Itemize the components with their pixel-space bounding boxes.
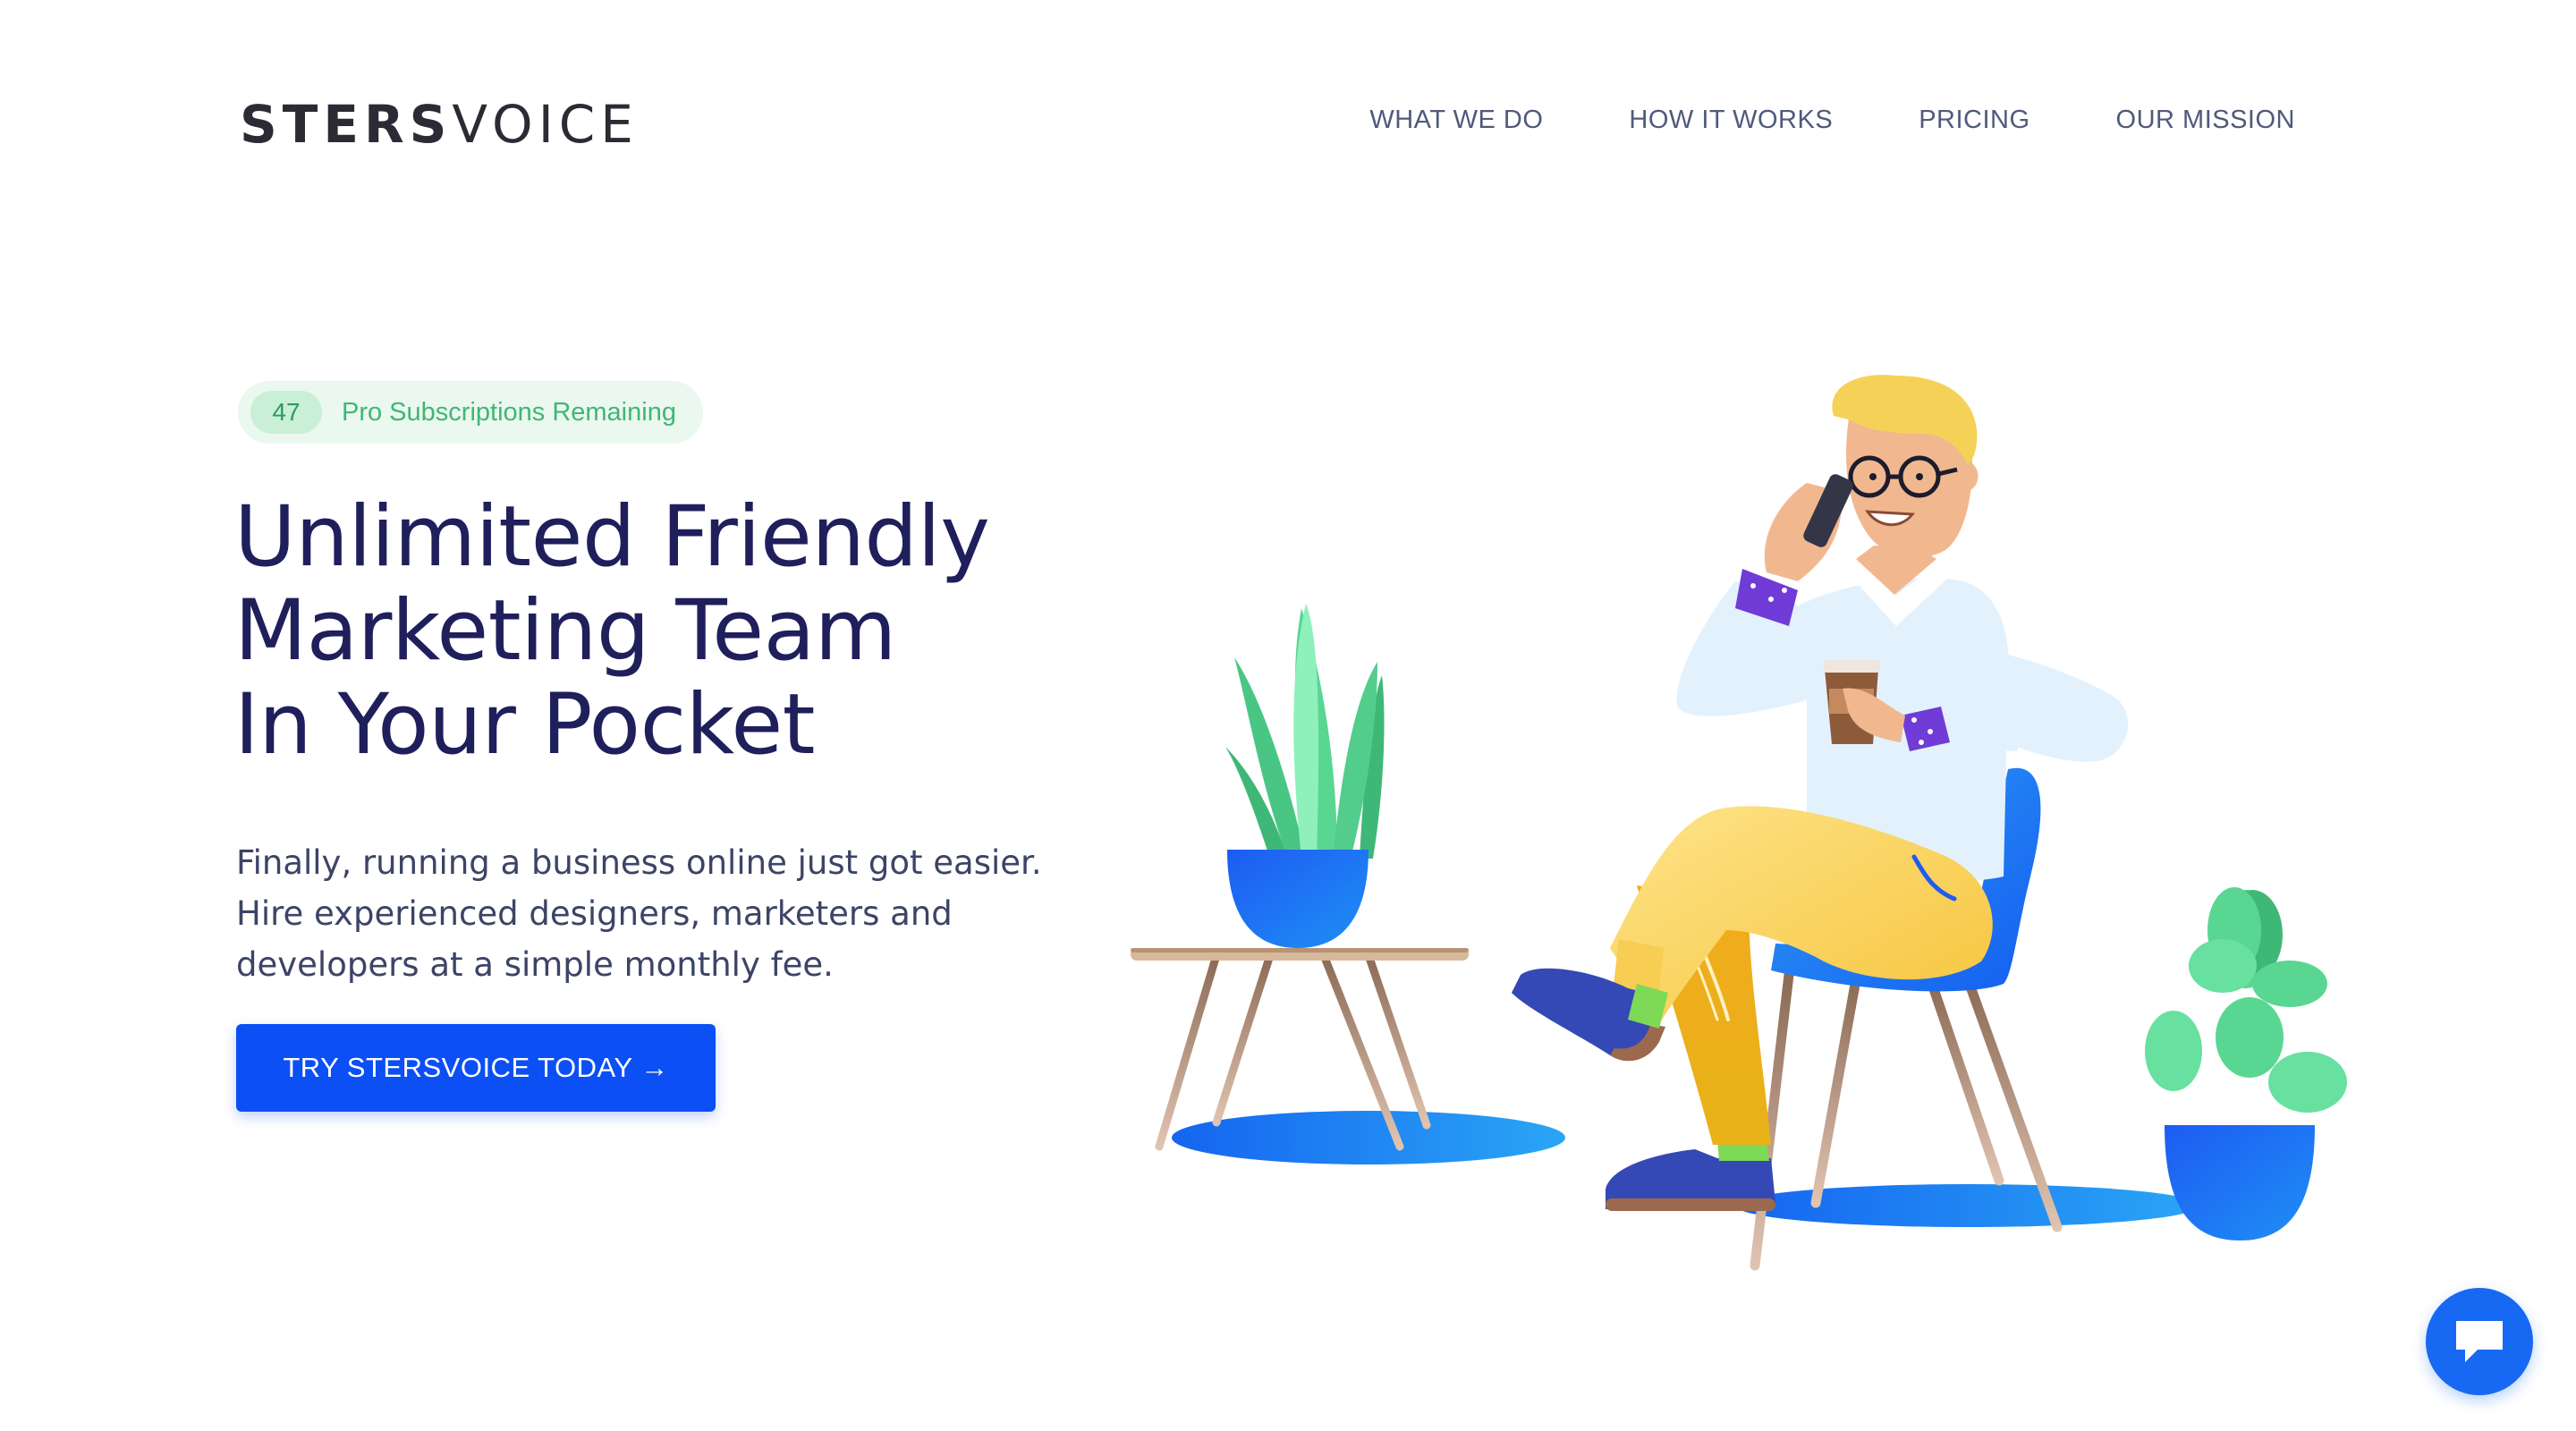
chair-shadow: [1735, 1184, 2200, 1227]
table-plant: [1225, 604, 1385, 948]
nav-item-pricing[interactable]: PRICING: [1919, 106, 2029, 135]
landing-page: STERSVOICE WHAT WE DO HOW IT WORKS PRICI…: [0, 0, 2576, 1431]
try-stersvoice-button[interactable]: TRY STERSVOICE TODAY →: [236, 1024, 716, 1112]
subscriptions-label: Pro Subscriptions Remaining: [342, 397, 676, 427]
lower-shoe: [1606, 1140, 1775, 1211]
subscriptions-remaining-badge: 47 Pro Subscriptions Remaining: [238, 381, 703, 444]
logo-light-text: VOICE: [452, 94, 639, 155]
headline-line-1: Unlimited Friendly: [234, 488, 990, 586]
hero-headline: Unlimited Friendly Marketing Team In You…: [234, 488, 990, 774]
hero-description: Finally, running a business online just …: [236, 837, 1131, 990]
headline-line-3: In Your Pocket: [234, 676, 816, 774]
subscriptions-count: 47: [250, 391, 322, 434]
man-on-phone-illustration: [1131, 375, 2347, 1271]
description-line-2: Hire experienced designers, marketers an…: [236, 894, 953, 933]
description-line-1: Finally, running a business online just …: [236, 843, 1042, 882]
headline-line-2: Marketing Team: [234, 582, 896, 680]
coffee-arm: [1823, 642, 2129, 762]
chat-widget-button[interactable]: [2426, 1288, 2533, 1395]
logo-bold-text: STERS: [240, 94, 453, 155]
head: [1803, 375, 1979, 558]
chat-bubble-icon: [2456, 1321, 2503, 1362]
nav-item-what-we-do[interactable]: WHAT WE DO: [1369, 106, 1543, 135]
floor-cactus: [2145, 887, 2347, 1240]
table-shadow: [1172, 1111, 1565, 1164]
brand-logo[interactable]: STERSVOICE: [240, 93, 639, 156]
nav-item-how-it-works[interactable]: HOW IT WORKS: [1629, 106, 1833, 135]
description-line-3: developers at a simple monthly fee.: [236, 945, 834, 984]
nav-item-our-mission[interactable]: OUR MISSION: [2116, 106, 2295, 135]
main-nav: WHAT WE DO HOW IT WORKS PRICING OUR MISS…: [1369, 106, 2295, 135]
